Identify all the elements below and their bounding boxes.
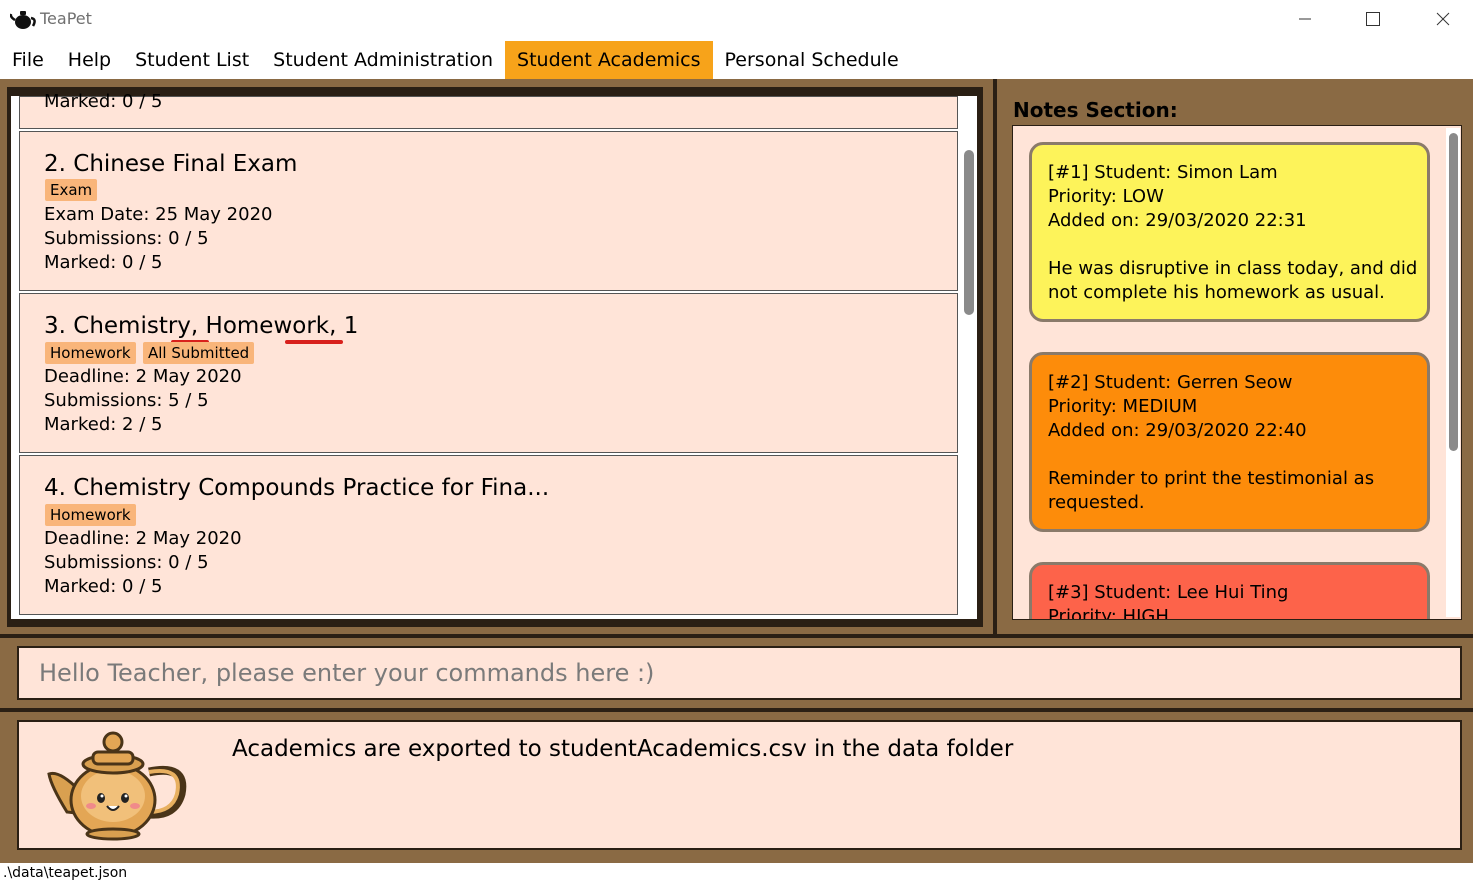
menu-help[interactable]: Help [56,41,123,79]
card-exam-date: Exam Date: 25 May 2020 [44,204,273,225]
note-body: requested. [1048,492,1145,513]
teapot-mascot-icon [47,731,187,841]
academic-card[interactable]: 2. Chinese Final Exam Exam Exam Date: 25… [19,131,958,291]
close-icon [1436,12,1450,26]
note-added-on: Added on: 29/03/2020 22:31 [1048,210,1307,231]
minimize-icon [1299,18,1311,20]
section-divider [0,708,1473,712]
notes-scrollbar-thumb[interactable] [1449,133,1458,451]
menu-bar: File Help Student List Student Administr… [0,41,911,79]
section-divider [0,634,1473,638]
title-bar: TeaPet [0,0,1473,38]
card-marked: Marked: 2 / 5 [44,414,163,435]
card-submissions: Submissions: 0 / 5 [44,552,209,573]
note-student: [#1] Student: Simon Lam [1048,162,1278,183]
note-body: not complete his homework as usual. [1048,282,1385,303]
note-priority: Priority: MEDIUM [1048,396,1198,417]
note-priority: Priority: LOW [1048,186,1164,207]
card-marked: Marked: 0 / 5 [44,252,163,273]
note-priority: Priority: HIGH [1048,606,1169,619]
note-student: [#2] Student: Gerren Seow [1048,372,1293,393]
status-bar: .\data\teapet.json [0,863,1473,885]
panel-divider [993,79,997,635]
academics-scrollbar-thumb[interactable] [964,150,974,315]
card-title: 2. Chinese Final Exam [44,151,298,177]
note-card-medium[interactable]: [#2] Student: Gerren Seow Priority: MEDI… [1029,352,1430,532]
card-submissions: Submissions: 5 / 5 [44,390,209,411]
academic-card-partial[interactable]: Marked: 0 / 5 [19,91,958,129]
window-title: TeaPet [40,9,92,28]
card-deadline: Deadline: 2 May 2020 [44,366,242,387]
card-title: 3. Chemistry, Homework, 1 [44,313,359,339]
menu-file[interactable]: File [0,41,56,79]
note-body: Reminder to print the testimonial as [1048,468,1375,489]
note-card-high[interactable]: [#3] Student: Lee Hui Ting Priority: HIG… [1029,562,1430,619]
note-student: [#3] Student: Lee Hui Ting [1048,582,1289,603]
academic-card[interactable]: 4. Chemistry Compounds Practice for Fina… [19,455,958,615]
maximize-button[interactable] [1350,0,1396,38]
menu-student-academics[interactable]: Student Academics [505,41,713,79]
menu-personal-schedule[interactable]: Personal Schedule [713,41,911,79]
tag-all-submitted: All Submitted [143,342,255,364]
tag-homework: Homework [45,504,136,526]
card-marked: Marked: 0 / 5 [44,576,163,597]
result-display: Academics are exported to studentAcademi… [17,720,1462,850]
note-body: He was disruptive in class today, and di… [1048,258,1418,279]
command-box [17,646,1462,700]
note-clip: [#3] Student: Lee Hui Ting Priority: HIG… [1013,562,1446,619]
data-file-path: .\data\teapet.json [3,865,128,881]
note-card-low[interactable]: [#1] Student: Simon Lam Priority: LOW Ad… [1029,142,1430,322]
notes-header: Notes Section: [1013,98,1178,122]
academic-card[interactable]: 3. Chemistry, Homework, 1 Homework All S… [19,293,958,453]
card-title: 4. Chemistry Compounds Practice for Fina… [44,475,550,501]
menu-student-administration[interactable]: Student Administration [261,41,505,79]
card-submissions: Submissions: 0 / 5 [44,228,209,249]
card-marked: Marked: 0 / 5 [44,91,163,112]
card-deadline: Deadline: 2 May 2020 [44,528,242,549]
minimize-button[interactable] [1282,0,1328,38]
teapot-icon [10,11,36,29]
close-button[interactable] [1420,0,1466,38]
maximize-icon [1366,12,1380,26]
tag-homework: Homework [45,342,136,364]
command-input[interactable] [39,648,1439,698]
spellcheck-underline [285,340,343,344]
note-added-on: Added on: 29/03/2020 22:40 [1048,420,1307,441]
menu-student-list[interactable]: Student List [123,41,261,79]
result-message: Academics are exported to studentAcademi… [232,736,1014,762]
tag-exam: Exam [45,179,98,201]
